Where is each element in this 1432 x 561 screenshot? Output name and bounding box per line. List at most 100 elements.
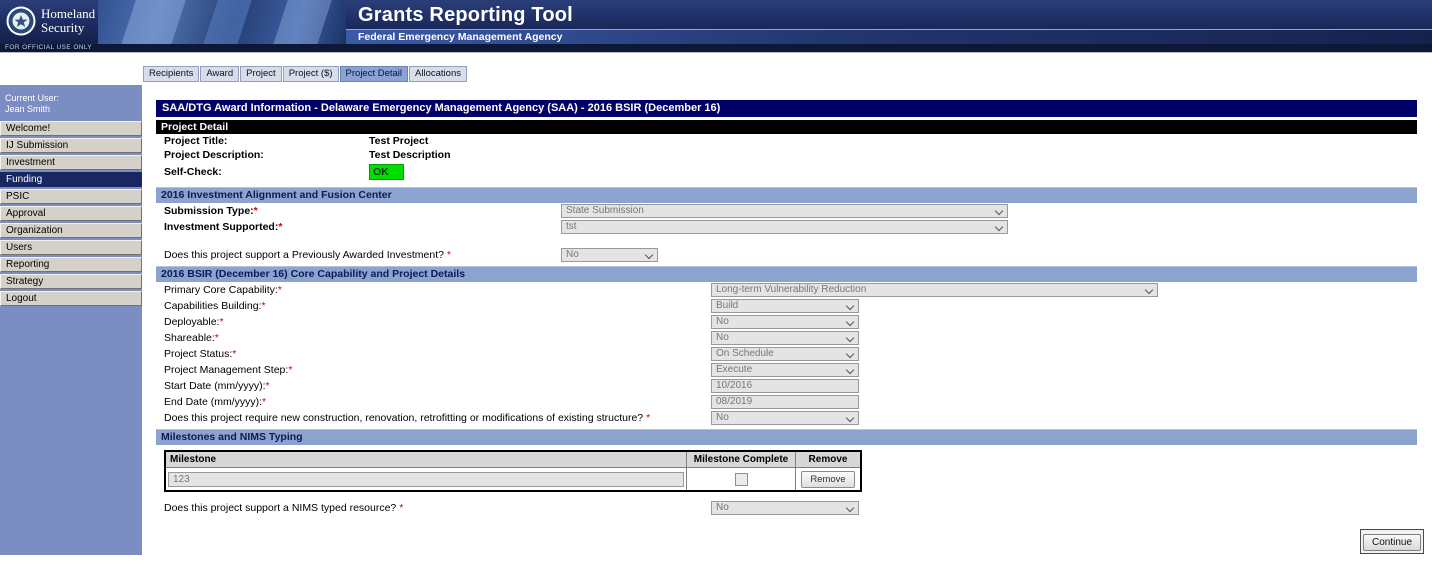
project-title-value: Test Project	[369, 135, 428, 148]
capabilities-building-row: Capabilities Building:* Build	[156, 298, 1417, 314]
previously-awarded-label: Does this project support a Previously A…	[164, 247, 451, 263]
milestone-row: 123 Remove	[165, 468, 861, 492]
sidebar-item-welcome[interactable]: Welcome!	[0, 121, 142, 136]
investment-supported-select[interactable]: tst	[561, 220, 1008, 234]
chevron-down-icon	[846, 504, 854, 512]
start-date-input[interactable]: 10/2016	[711, 379, 859, 393]
section-header-core-capability: 2016 BSIR (December 16) Core Capability …	[156, 266, 1417, 282]
fouo-strip: FOR OFFICIAL USE ONLY	[0, 44, 1432, 53]
project-description-value: Test Description	[369, 149, 451, 162]
project-description-label: Project Description:	[164, 149, 264, 162]
project-title-label: Project Title:	[164, 135, 227, 148]
previously-awarded-row: Does this project support a Previously A…	[156, 247, 1417, 263]
primary-core-capability-label: Primary Core Capability:*	[164, 282, 282, 298]
deployable-select[interactable]: No	[711, 315, 859, 329]
nims-typed-resource-label: Does this project support a NIMS typed r…	[164, 500, 403, 516]
shareable-row: Shareable:* No	[156, 330, 1417, 346]
sidebar-item-investment[interactable]: Investment	[0, 155, 142, 170]
chevron-down-icon	[645, 251, 653, 259]
sidebar-item-funding[interactable]: Funding	[0, 172, 142, 187]
tab-project[interactable]: Project	[240, 66, 282, 82]
project-management-step-row: Project Management Step:* Execute	[156, 362, 1417, 378]
required-marker: *	[261, 300, 265, 312]
new-construction-label: Does this project require new constructi…	[164, 410, 650, 426]
required-marker: *	[447, 249, 451, 261]
remove-milestone-button[interactable]: Remove	[801, 471, 854, 488]
milestones-table: Milestone Milestone Complete Remove 123 …	[164, 450, 862, 492]
sidebar: Current User: Jean Smith Welcome! IJ Sub…	[0, 85, 142, 555]
sidebar-item-ij-submission[interactable]: IJ Submission	[0, 138, 142, 153]
project-management-step-select[interactable]: Execute	[711, 363, 859, 377]
self-check-status-badge: OK	[369, 164, 404, 180]
tab-bar: RecipientsAwardProjectProject ($)Project…	[143, 66, 468, 82]
project-description-row: Project Description: Test Description	[156, 149, 1417, 162]
submission-type-row: Submission Type:* State Submission	[156, 203, 1417, 219]
sidebar-item-users[interactable]: Users	[0, 240, 142, 255]
current-user-name: Jean Smith	[5, 104, 137, 115]
chevron-down-icon	[846, 334, 854, 342]
end-date-input[interactable]: 08/2019	[711, 395, 859, 409]
sidebar-item-strategy[interactable]: Strategy	[0, 274, 142, 289]
required-marker: *	[266, 380, 270, 392]
section-header-investment-alignment: 2016 Investment Alignment and Fusion Cen…	[156, 187, 1417, 203]
submission-type-select[interactable]: State Submission	[561, 204, 1008, 218]
required-marker: *	[254, 205, 258, 217]
main-content: SAA/DTG Award Information - Delaware Eme…	[156, 100, 1417, 516]
deployable-row: Deployable:* No	[156, 314, 1417, 330]
header-photo-collage	[98, 0, 346, 44]
sidebar-item-approval[interactable]: Approval	[0, 206, 142, 221]
required-marker: *	[278, 284, 282, 296]
decorative-shape	[118, 0, 187, 44]
milestone-complete-column-header: Milestone Complete	[687, 451, 796, 468]
sidebar-item-reporting[interactable]: Reporting	[0, 257, 142, 272]
shareable-label: Shareable:*	[164, 330, 219, 346]
project-status-select[interactable]: On Schedule	[711, 347, 859, 361]
homeland-security-wordmark: Homeland Security	[41, 7, 95, 35]
shareable-select[interactable]: No	[711, 331, 859, 345]
project-management-step-label: Project Management Step:*	[164, 362, 292, 378]
tab-project-detail[interactable]: Project Detail	[340, 66, 409, 82]
chevron-down-icon	[1145, 286, 1153, 294]
app-title: Grants Reporting Tool	[358, 4, 573, 27]
required-marker: *	[219, 316, 223, 328]
milestone-input[interactable]: 123	[168, 472, 684, 487]
chevron-down-icon	[846, 366, 854, 374]
page: Homeland Security Grants Reporting Tool …	[0, 0, 1432, 561]
capabilities-building-select[interactable]: Build	[711, 299, 859, 313]
start-date-label: Start Date (mm/yyyy):*	[164, 378, 270, 394]
milestone-complete-checkbox[interactable]	[735, 473, 748, 486]
sidebar-item-organization[interactable]: Organization	[0, 223, 142, 238]
previously-awarded-select[interactable]: No	[561, 248, 658, 262]
required-marker: *	[215, 332, 219, 344]
tab-allocations[interactable]: Allocations	[409, 66, 467, 82]
sidebar-item-logout[interactable]: Logout	[0, 291, 142, 306]
project-detail-header: Project Detail	[156, 120, 1417, 134]
primary-core-capability-select[interactable]: Long-term Vulnerability Reduction	[711, 283, 1158, 297]
self-check-row: Self-Check: OK	[156, 162, 1417, 184]
milestone-column-header: Milestone	[165, 451, 687, 468]
continue-button[interactable]: Continue	[1363, 534, 1421, 551]
project-status-label: Project Status:*	[164, 346, 236, 362]
required-marker: *	[646, 412, 650, 424]
required-marker: *	[399, 502, 403, 514]
tab-recipients[interactable]: Recipients	[143, 66, 199, 82]
end-date-label: End Date (mm/yyyy):*	[164, 394, 266, 410]
new-construction-select[interactable]: No	[711, 411, 859, 425]
continue-button-container: Continue	[1360, 529, 1424, 554]
current-user-label: Current User:	[5, 93, 137, 104]
decorative-shape	[270, 0, 333, 44]
section-header-milestones: Milestones and NIMS Typing	[156, 429, 1417, 445]
required-marker: *	[232, 348, 236, 360]
sidebar-item-psic[interactable]: PSIC	[0, 189, 142, 204]
project-status-row: Project Status:* On Schedule	[156, 346, 1417, 362]
tab-award[interactable]: Award	[200, 66, 239, 82]
tab-project-dollars[interactable]: Project ($)	[283, 66, 339, 82]
required-marker: *	[288, 364, 292, 376]
investment-supported-row: Investment Supported:* tst	[156, 219, 1417, 235]
nims-typed-resource-select[interactable]: No	[711, 501, 859, 515]
submission-type-label: Submission Type:*	[164, 203, 258, 219]
primary-core-capability-row: Primary Core Capability:* Long-term Vuln…	[156, 282, 1417, 298]
remove-column-header: Remove	[796, 451, 862, 468]
deployable-label: Deployable:*	[164, 314, 224, 330]
current-user: Current User: Jean Smith	[0, 85, 142, 121]
